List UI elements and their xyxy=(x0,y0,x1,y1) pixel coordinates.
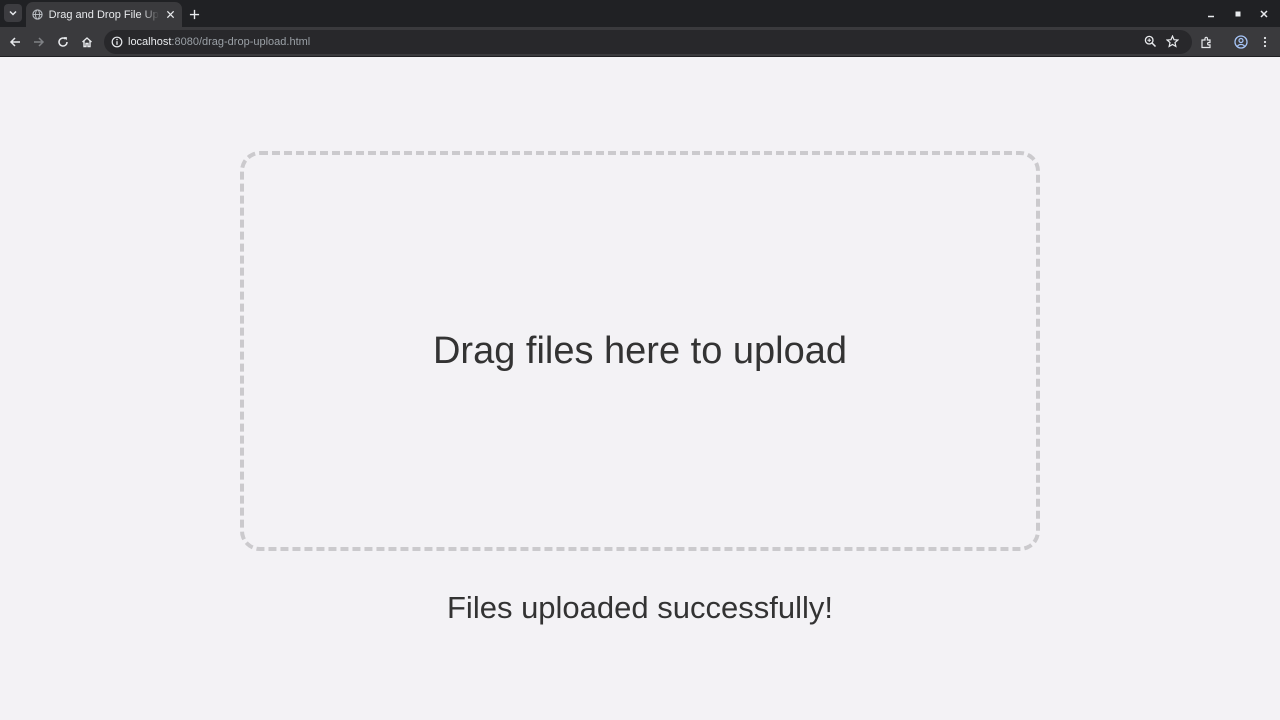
reload-button[interactable] xyxy=(55,34,71,50)
menu-icon xyxy=(1259,36,1271,48)
tab-search-button[interactable] xyxy=(4,4,22,22)
back-button[interactable] xyxy=(7,34,23,50)
home-button[interactable] xyxy=(79,34,95,50)
minimize-button[interactable] xyxy=(1204,7,1218,21)
extensions-icon xyxy=(1200,36,1213,49)
minimize-icon xyxy=(1206,9,1216,19)
url-text: localhost:8080/drag-drop-upload.html xyxy=(128,36,310,48)
forward-button[interactable] xyxy=(31,34,47,50)
extensions-button[interactable] xyxy=(1198,34,1214,50)
plus-icon xyxy=(189,9,200,20)
close-window-button[interactable] xyxy=(1257,7,1271,21)
maximize-button[interactable] xyxy=(1231,7,1245,21)
url-host: localhost xyxy=(128,36,172,48)
new-tab-button[interactable] xyxy=(187,7,201,21)
home-icon xyxy=(81,36,93,48)
drop-zone[interactable]: Drag files here to upload xyxy=(240,151,1040,551)
info-icon[interactable] xyxy=(111,36,123,48)
menu-button[interactable] xyxy=(1257,34,1273,50)
zoom-icon[interactable] xyxy=(1144,35,1157,48)
close-icon xyxy=(1259,9,1269,19)
profile-button[interactable] xyxy=(1233,34,1249,50)
star-icon[interactable] xyxy=(1166,35,1179,48)
browser-toolbar: localhost:8080/drag-drop-upload.html xyxy=(0,27,1280,57)
close-icon[interactable] xyxy=(164,9,176,21)
forward-arrow-icon xyxy=(33,36,45,48)
drop-zone-label: Drag files here to upload xyxy=(432,329,848,372)
tab-strip: Drag and Drop File Upload xyxy=(0,0,1280,27)
globe-icon xyxy=(32,9,44,21)
reload-icon xyxy=(57,36,69,48)
maximize-icon xyxy=(1233,9,1243,19)
back-arrow-icon xyxy=(9,36,21,48)
browser-tab[interactable]: Drag and Drop File Upload xyxy=(26,2,182,27)
upload-status-message: Files uploaded successfully! xyxy=(447,590,833,625)
tab-title: Drag and Drop File Upload xyxy=(48,8,160,21)
tab-search-icon xyxy=(8,8,18,18)
url-path: :8080/drag-drop-upload.html xyxy=(171,36,311,48)
profile-icon xyxy=(1234,35,1248,49)
address-bar[interactable]: localhost:8080/drag-drop-upload.html xyxy=(104,30,1192,54)
